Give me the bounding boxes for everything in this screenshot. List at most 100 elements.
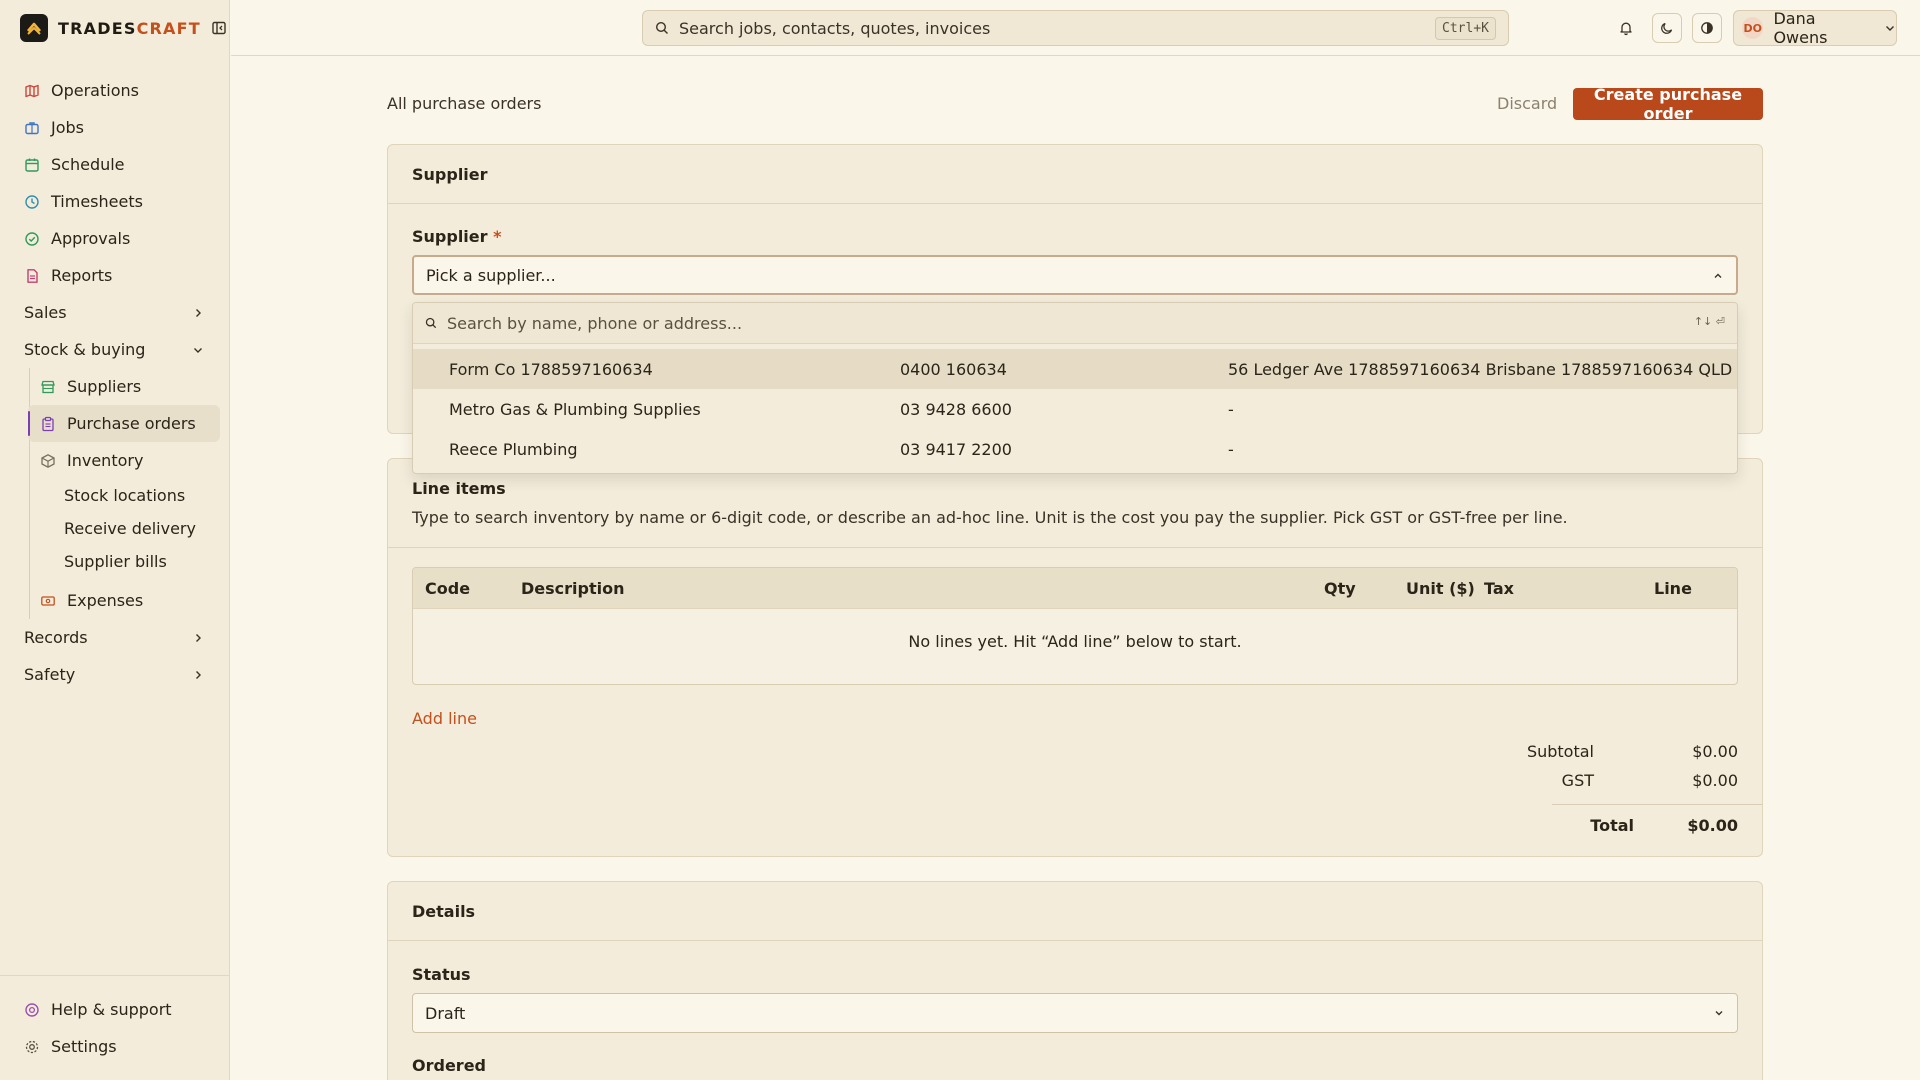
nav-item-receive-delivery[interactable]: Receive delivery	[28, 512, 230, 545]
nav-item-suppliers[interactable]: Suppliers	[28, 368, 220, 405]
nav-label: Jobs	[51, 118, 84, 137]
stock-submenu: Suppliers Purchase orders Inventory Stoc…	[28, 368, 230, 619]
chevron-up-icon	[1712, 270, 1724, 282]
gst-label: GST	[1561, 771, 1594, 790]
column-header-qty: Qty	[1324, 579, 1356, 598]
receipt-icon	[40, 593, 56, 609]
nav-label: Receive delivery	[64, 519, 196, 538]
nav-group-records[interactable]: Records	[0, 619, 230, 656]
search-icon	[425, 317, 437, 329]
supplier-option[interactable]: Form Co 1788597160634 0400 160634 56 Led…	[413, 349, 1737, 389]
discard-button[interactable]: Discard	[1497, 94, 1557, 113]
brand[interactable]: TRADESCRAFT	[20, 14, 227, 42]
supplier-option-phone: 0400 160634	[900, 359, 1007, 379]
nav-group-label: Records	[24, 628, 88, 647]
status-select[interactable]: Draft	[412, 993, 1738, 1033]
brand-logo-icon	[20, 14, 48, 42]
nav-group-safety[interactable]: Safety	[0, 656, 230, 693]
nav-item-help[interactable]: Help & support	[0, 991, 230, 1028]
notifications-button[interactable]	[1611, 13, 1641, 43]
search-placeholder: Search jobs, contacts, quotes, invoices	[679, 18, 991, 38]
chevron-right-icon	[192, 632, 204, 644]
nav-label: Purchase orders	[67, 414, 196, 433]
nav-item-purchase-orders[interactable]: Purchase orders	[28, 405, 220, 442]
supplier-option-name: Form Co 1788597160634	[449, 359, 653, 379]
nav-item-expenses[interactable]: Expenses	[28, 582, 220, 619]
supplier-select-placeholder: Pick a supplier...	[426, 265, 556, 285]
nav-item-supplier-bills[interactable]: Supplier bills	[28, 545, 230, 578]
nav-label: Operations	[51, 81, 139, 100]
nav-item-reports[interactable]: Reports	[0, 257, 230, 294]
subtotal-value: $0.00	[1692, 742, 1738, 761]
empty-state-text: No lines yet. Hit “Add line” below to st…	[908, 632, 1242, 651]
inventory-submenu: Stock locations Receive delivery Supplie…	[28, 479, 230, 578]
breadcrumb-all-purchase-orders[interactable]: All purchase orders	[387, 94, 541, 113]
supplier-option[interactable]: Reece Plumbing 03 9417 2200 -	[413, 429, 1737, 469]
chevron-right-icon	[192, 307, 204, 319]
global-search-input[interactable]: Search jobs, contacts, quotes, invoices …	[642, 10, 1509, 46]
briefcase-icon	[24, 120, 40, 136]
supplier-dropdown: Search by name, phone or address... ↑↓ ⏎…	[412, 302, 1738, 474]
nav-label: Supplier bills	[64, 552, 167, 571]
nav-label: Expenses	[67, 591, 144, 610]
chevron-right-icon	[192, 669, 204, 681]
user-menu-button[interactable]: DO Dana Owens	[1733, 9, 1897, 47]
column-header-tax: Tax	[1484, 579, 1514, 598]
nav-label: Reports	[51, 266, 113, 285]
line-items-card: Line items Type to search inventory by n…	[387, 458, 1763, 857]
nav-label: Settings	[51, 1037, 117, 1056]
nav-item-operations[interactable]: Operations	[0, 72, 230, 109]
nav-label: Help & support	[51, 1000, 172, 1019]
calendar-icon	[24, 157, 40, 173]
nav-label: Inventory	[67, 451, 144, 470]
sidebar-collapse-icon[interactable]	[211, 20, 227, 36]
gst-row: GST $0.00	[1512, 771, 1762, 800]
clipboard-icon	[40, 416, 56, 432]
line-items-title: Line items	[412, 479, 506, 498]
subtotal-label: Subtotal	[1526, 742, 1594, 761]
column-header-code: Code	[425, 579, 471, 598]
package-icon	[40, 453, 56, 469]
nav-item-schedule[interactable]: Schedule	[0, 146, 230, 183]
totals-block: Subtotal $0.00 GST $0.00 Total $0.00	[1512, 742, 1762, 842]
nav-item-stock-locations[interactable]: Stock locations	[28, 479, 230, 512]
avatar: DO	[1742, 17, 1764, 39]
status-field-label: Status	[412, 965, 471, 984]
contrast-toggle[interactable]	[1692, 13, 1722, 43]
map-icon	[24, 83, 40, 99]
required-mark: *	[493, 227, 502, 246]
supplier-select[interactable]: Pick a supplier...	[412, 255, 1738, 295]
supplier-search-input[interactable]: Search by name, phone or address... ↑↓ ⏎	[413, 303, 1737, 344]
brand-name: TRADESCRAFT	[58, 18, 201, 38]
subtotal-row: Subtotal $0.00	[1512, 742, 1762, 771]
create-purchase-order-button[interactable]: Create purchase order	[1573, 85, 1763, 123]
report-icon	[24, 268, 40, 284]
nav-item-approvals[interactable]: Approvals	[0, 220, 230, 257]
nav-item-timesheets[interactable]: Timesheets	[0, 183, 230, 220]
supplier-option[interactable]: Metro Gas & Plumbing Supplies 03 9428 66…	[413, 389, 1737, 429]
chevron-down-icon	[192, 344, 204, 356]
nav-group-sales[interactable]: Sales	[0, 294, 230, 331]
supplier-option-address: -	[1228, 399, 1234, 419]
clock-icon	[24, 194, 40, 210]
nav-item-inventory[interactable]: Inventory	[28, 442, 220, 479]
total-label: Total	[1590, 816, 1634, 835]
top-bar: Search jobs, contacts, quotes, invoices …	[231, 0, 1920, 56]
total-value: $0.00	[1687, 816, 1738, 835]
table-header: Code Description Qty Unit ($) Tax Line	[413, 568, 1737, 609]
nav-group-label: Safety	[24, 665, 76, 684]
add-line-button[interactable]: Add line	[412, 709, 477, 728]
nav-item-settings[interactable]: Settings	[0, 1028, 230, 1065]
nav-group-stock[interactable]: Stock & buying	[0, 331, 230, 368]
nav-group-label: Stock & buying	[24, 340, 146, 359]
nav-group-label: Sales	[24, 303, 67, 322]
search-shortcut-badge: Ctrl+K	[1435, 17, 1496, 40]
dark-mode-toggle[interactable]	[1652, 13, 1682, 43]
nav-item-jobs[interactable]: Jobs	[0, 109, 230, 146]
details-card-title: Details	[388, 882, 1762, 941]
nav-label: Timesheets	[51, 192, 143, 211]
bell-icon	[1618, 20, 1634, 36]
divider	[388, 547, 1762, 548]
supplier-search-placeholder: Search by name, phone or address...	[447, 313, 743, 333]
gear-icon	[24, 1039, 40, 1055]
